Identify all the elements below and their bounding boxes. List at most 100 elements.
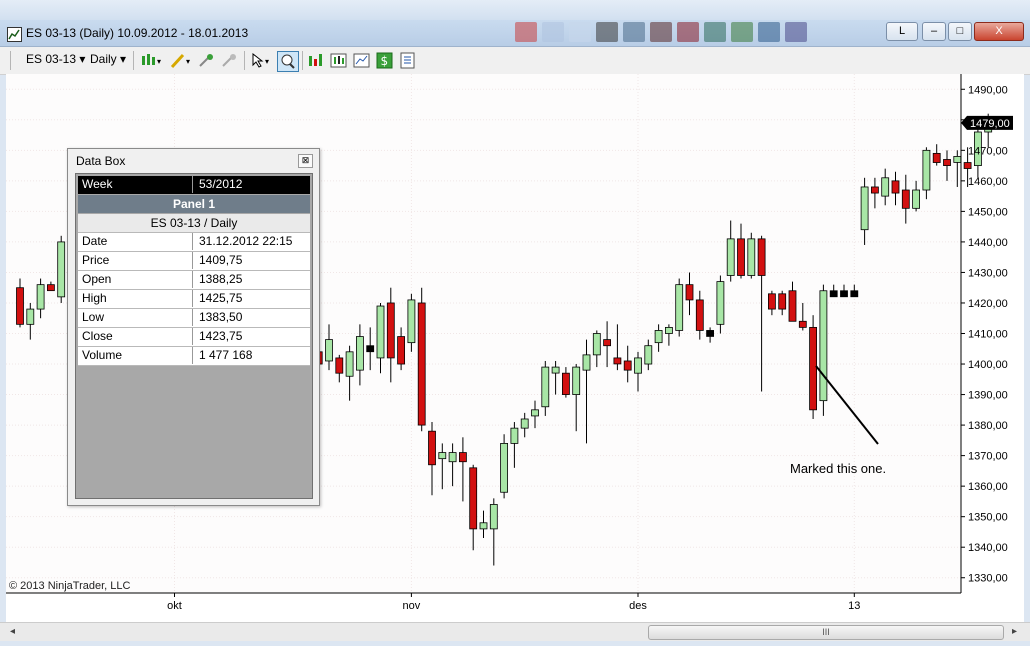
minimize-button[interactable]: –: [922, 22, 946, 41]
data-row-label: Low: [78, 309, 193, 326]
candle-body: [592, 333, 601, 356]
candle-body: [881, 177, 890, 197]
chart-icon[interactable]: [353, 52, 370, 69]
candle-body: [16, 287, 24, 325]
data-row-high: High 1425,75: [78, 290, 310, 309]
data-row-value: 1409,75: [199, 253, 243, 267]
y-tick-label: 1430,00: [968, 267, 1008, 279]
candle-body: [809, 326, 817, 411]
data-row-value: 1423,75: [199, 329, 243, 343]
candle: [500, 434, 509, 499]
window-titlebar[interactable]: ES 03-13 (Daily) 10.09.2012 - 18.01.2013…: [0, 20, 1030, 47]
toolbar-separator: [302, 51, 303, 70]
data-row-date: Date 31.12.2012 22:15: [78, 233, 310, 252]
candle-body: [376, 305, 385, 359]
y-tick-label: 1440,00: [968, 237, 1008, 249]
last-price-marker: 1479,00: [961, 115, 1013, 130]
candle-body: [510, 427, 519, 444]
y-tick-label: 1330,00: [968, 573, 1008, 585]
data-row-value: 1388,25: [199, 272, 243, 286]
candle: [747, 232, 756, 279]
last-price-label: 1479,00: [970, 118, 1010, 130]
svg-text:▾: ▾: [157, 57, 161, 66]
y-tick-label: 1370,00: [968, 451, 1008, 463]
data-row-price: Price 1409,75: [78, 252, 310, 271]
candle-body: [582, 354, 591, 371]
data-row-volume: Volume 1 477 168: [78, 347, 310, 366]
candle-body: [417, 302, 426, 426]
candle-body: [448, 452, 457, 463]
toolbar-grip: [10, 51, 11, 70]
data-series-icon[interactable]: [330, 52, 347, 69]
data-row-label: Close: [78, 328, 193, 345]
maximize-button[interactable]: □: [948, 22, 972, 41]
candle-body: [366, 345, 375, 353]
data-box-window[interactable]: Data Box ⊠ Week 53/2012 Panel 1 ES 03-13…: [67, 148, 320, 506]
candle-body: [953, 156, 962, 163]
dollar-icon[interactable]: $: [376, 52, 393, 69]
candle-body: [654, 330, 663, 344]
instrument-selector[interactable]: ES 03-13 ▾: [26, 52, 85, 69]
data-box-close-button[interactable]: ⊠: [298, 154, 313, 168]
horizontal-scrollbar[interactable]: ◂ III ▸: [0, 622, 1030, 641]
y-tick-label: 1490,00: [968, 84, 1008, 96]
y-tick-label: 1400,00: [968, 359, 1008, 371]
data-row-label: High: [78, 290, 193, 307]
window-top-strip: [0, 0, 1030, 20]
candle-body: [335, 357, 344, 374]
link-button[interactable]: L: [886, 22, 918, 41]
y-tick-label: 1460,00: [968, 176, 1008, 188]
data-row-label: Date: [78, 233, 193, 250]
toolbar-separator: [244, 51, 245, 70]
candle-body: [798, 320, 807, 328]
close-button[interactable]: X: [974, 22, 1024, 41]
candle-body: [685, 284, 694, 301]
cursor-icon[interactable]: ▾: [250, 52, 272, 69]
bar-chart-icon[interactable]: [307, 52, 324, 69]
candle-body: [531, 409, 539, 417]
y-tick-label: 1350,00: [968, 512, 1008, 524]
candle: [57, 235, 66, 303]
x-tick-label: nov: [403, 600, 421, 612]
svg-text:▾: ▾: [265, 57, 269, 66]
data-box-title: Data Box: [76, 154, 126, 168]
data-row-open: Open 1388,25: [78, 271, 310, 290]
data-row-value: 1 477 168: [199, 348, 253, 362]
candle-body: [932, 152, 941, 163]
data-box-content: Week 53/2012 Panel 1 ES 03-13 / Daily Da…: [75, 173, 313, 499]
scrollbar-thumb[interactable]: III: [648, 625, 1004, 640]
instrument-label: ES 03-13: [26, 52, 77, 66]
zoom-icon[interactable]: [277, 51, 299, 72]
chart-app-icon: [7, 27, 22, 42]
candle-body: [397, 336, 406, 365]
candle-body: [860, 186, 869, 231]
chart-toolbar: ES 03-13 ▾ Daily ▾ ▾ ▾ ▾ $: [0, 47, 1030, 75]
x-tick-label: des: [629, 600, 647, 612]
scroll-right-icon[interactable]: ▸: [1012, 626, 1017, 637]
candle-body: [778, 293, 787, 310]
candle-body: [551, 366, 560, 374]
candle-body: [428, 430, 436, 466]
candle-body: [850, 290, 859, 298]
candle-body: [901, 189, 910, 209]
candle-body: [891, 180, 900, 194]
candle-body: [479, 522, 488, 530]
candle-body: [26, 308, 35, 325]
toolbar-separator: [133, 51, 134, 70]
add-indicator-icon[interactable]: [198, 52, 215, 69]
candle-body: [572, 366, 581, 395]
properties-icon[interactable]: [399, 52, 416, 69]
candle-body: [768, 293, 776, 310]
y-tick-label: 1420,00: [968, 298, 1008, 310]
candle-body: [706, 330, 714, 337]
candle-body: [623, 360, 632, 371]
candle-body: [325, 339, 333, 362]
interval-selector[interactable]: Daily ▾: [90, 52, 126, 69]
strategy-icon[interactable]: [221, 52, 238, 69]
data-row-close: Close 1423,75: [78, 328, 310, 347]
candlestick-style-icon[interactable]: ▾: [140, 52, 162, 69]
series-header: ES 03-13 / Daily: [78, 214, 310, 233]
scroll-left-icon[interactable]: ◂: [10, 626, 15, 637]
drawing-pencil-icon[interactable]: ▾: [170, 52, 192, 69]
week-label: Week: [78, 176, 193, 193]
